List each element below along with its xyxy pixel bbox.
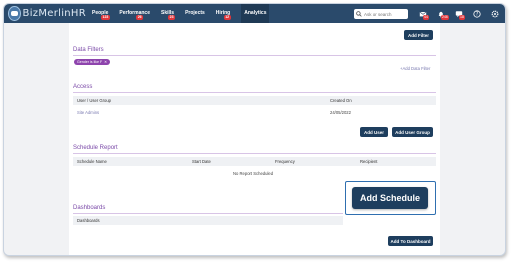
chat-badge: 18 — [459, 15, 465, 20]
nav-badge: 12 — [223, 15, 231, 20]
column-header: Created On — [330, 98, 352, 103]
main-nav: People 123 Performance 26 Skills 23 Proj… — [92, 4, 280, 23]
add-data-filter-link[interactable]: +Add Data Filter — [400, 66, 430, 71]
data-filters-title: Data Filters — [73, 47, 104, 53]
dashboards-table-header: Dashboards — [73, 216, 343, 225]
nav-label: Analytics — [244, 10, 267, 16]
report-settings-panel: Add Filter Data Filters Gender is like F… — [69, 23, 440, 255]
nav-badge: 23 — [168, 15, 176, 20]
schedule-empty-text: No Report Scheduled — [233, 171, 274, 176]
column-header: Frequency — [275, 159, 295, 164]
add-schedule-highlight: Add Schedule — [345, 181, 436, 215]
top-nav-bar: BizMerlinHR People 123 Performance 26 Sk… — [4, 4, 505, 23]
column-header: User / User Group — [77, 98, 111, 103]
nav-label: Performance — [119, 10, 150, 16]
mail-badge: 44 — [423, 15, 429, 20]
top-icons: 44 246 18 ? — [409, 4, 505, 23]
search-box — [354, 9, 408, 19]
access-user-cell[interactable]: Site Admins — [77, 110, 99, 115]
logo-mark-icon — [8, 6, 21, 21]
nav-badge: 26 — [136, 15, 144, 20]
nav-item-projects[interactable]: Projects — [185, 4, 205, 23]
nav-item-analytics[interactable]: Analytics — [241, 4, 270, 23]
access-table-header: User / User Group Created On — [73, 96, 436, 105]
bell-icon[interactable]: 246 — [436, 9, 449, 20]
bell-badge: 246 — [441, 15, 449, 20]
section-divider — [73, 92, 436, 93]
section-divider — [73, 213, 343, 214]
nav-item-hiring[interactable]: Hiring 12 — [216, 4, 231, 23]
search-input[interactable] — [364, 11, 408, 17]
section-divider — [73, 153, 436, 154]
column-header: Start Date — [192, 159, 211, 164]
add-user-button[interactable]: Add User — [360, 127, 388, 137]
access-created-cell: 24/05/2022 — [330, 110, 351, 115]
nav-item-people[interactable]: People 123 — [92, 4, 110, 23]
dashboards-title: Dashboards — [73, 205, 106, 211]
close-icon[interactable]: ✕ — [104, 60, 107, 64]
schedule-report-title: Schedule Report — [73, 145, 118, 151]
section-divider — [73, 55, 436, 56]
nav-badge: 123 — [101, 15, 110, 20]
logo-text: BizMerlinHR — [22, 8, 86, 19]
add-schedule-button[interactable]: Add Schedule — [352, 187, 428, 209]
add-user-group-button[interactable]: Add User Group — [392, 127, 433, 137]
nav-item-skills[interactable]: Skills 23 — [161, 4, 176, 23]
access-title: Access — [73, 84, 93, 90]
nav-item-performance[interactable]: Performance 26 — [119, 4, 150, 23]
mail-icon[interactable]: 44 — [418, 9, 429, 20]
help-icon[interactable]: ? — [472, 9, 481, 18]
settings-icon[interactable] — [490, 9, 499, 18]
add-to-dashboard-button[interactable]: Add To Dashboard — [388, 236, 433, 246]
filter-chip-label: Gender is like F — [77, 60, 103, 64]
chat-icon[interactable]: 18 — [454, 9, 465, 20]
schedule-table-header: Schedule Name Start Date Frequency Recip… — [73, 157, 436, 166]
add-filter-button[interactable]: Add Filter — [404, 30, 433, 40]
nav-label: Projects — [185, 10, 205, 16]
column-header: Recipient — [360, 159, 378, 164]
app-logo[interactable]: BizMerlinHR — [8, 6, 86, 21]
filter-chip[interactable]: Gender is like F ✕ — [74, 59, 111, 65]
search-icon — [356, 11, 362, 17]
column-header: Dashboards — [77, 218, 100, 223]
app-window: BizMerlinHR People 123 Performance 26 Sk… — [3, 3, 506, 256]
column-header: Schedule Name — [77, 159, 107, 164]
